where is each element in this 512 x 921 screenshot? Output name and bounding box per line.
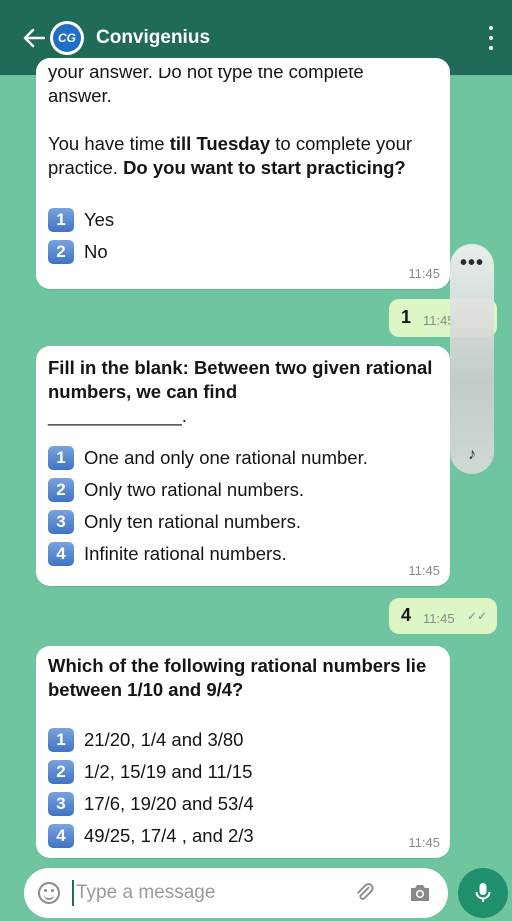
option-item: 1 21/20, 1/4 and 3/80	[48, 724, 438, 756]
option-text: Yes	[84, 209, 115, 230]
number-badge: 4	[48, 542, 74, 566]
option-text: Only two rational numbers.	[84, 479, 305, 500]
number-badge: 2	[48, 760, 74, 784]
more-icon[interactable]: •••	[450, 253, 494, 273]
question-text: Which of the following rational numbers …	[48, 655, 427, 700]
option-item: 2 No	[48, 236, 438, 268]
paperclip-icon[interactable]	[354, 882, 376, 904]
option-item: 2 1/2, 15/19 and 11/15	[48, 756, 438, 788]
question-text: Fill in the blank: Between two given rat…	[48, 357, 433, 402]
option-item: 1 One and only one rational number.	[48, 442, 438, 474]
emoji-icon[interactable]	[38, 882, 60, 904]
contact-avatar[interactable]: CG	[50, 20, 84, 55]
option-text: One and only one rational number.	[84, 447, 368, 468]
dot-icon	[489, 36, 493, 40]
message-input[interactable]	[76, 882, 336, 904]
dot-icon	[489, 26, 493, 30]
option-item: 4 49/25, 17/4 , and 2/3	[48, 820, 438, 852]
message-time: 11:45	[408, 563, 440, 578]
outgoing-message[interactable]: 4 11:45 ✓✓	[389, 598, 497, 634]
microphone-button[interactable]	[458, 868, 508, 918]
number-badge: 2	[48, 240, 74, 264]
blank-line: _____________.	[48, 405, 187, 426]
message-text: 4	[401, 605, 412, 625]
number-badge: 1	[48, 446, 74, 470]
music-note-icon[interactable]: ♪	[462, 446, 482, 466]
option-text: 1/2, 15/19 and 11/15	[84, 761, 253, 782]
option-item: 2 Only two rational numbers.	[48, 474, 438, 506]
message-input-bar	[24, 868, 448, 918]
number-badge: 1	[48, 728, 74, 752]
floating-panel[interactable]: ••• ♪	[450, 244, 494, 474]
option-item: 3 17/6, 19/20 and 53/4	[48, 788, 438, 820]
number-badge: 4	[48, 824, 74, 848]
message-time: 11:45	[408, 835, 440, 850]
more-options-button[interactable]	[486, 26, 496, 50]
contact-name[interactable]: Convigenius	[96, 27, 210, 49]
camera-icon[interactable]	[408, 882, 432, 904]
bold-text: Do you want to start practicing?	[123, 157, 406, 178]
option-item: 3 Only ten rational numbers.	[48, 506, 438, 538]
number-badge: 3	[48, 792, 74, 816]
logo-text: CG	[53, 23, 81, 52]
option-text: Infinite rational numbers.	[84, 543, 287, 564]
microphone-icon	[475, 883, 491, 902]
cropped-text: your answer. Do not type the complete	[48, 68, 364, 82]
number-badge: 3	[48, 510, 74, 534]
incoming-message[interactable]: your answer. Do not type the complete an…	[36, 58, 450, 289]
option-item: 4 Infinite rational numbers.	[48, 538, 438, 570]
option-text: Only ten rational numbers.	[84, 511, 301, 532]
option-text: No	[84, 241, 108, 262]
dot-icon	[489, 46, 493, 50]
bold-text: till Tuesday	[169, 133, 271, 154]
option-text: 21/20, 1/4 and 3/80	[84, 729, 244, 750]
message-text: 1	[401, 307, 412, 327]
message-time: 11:45	[423, 611, 455, 626]
option-item: 1 Yes	[48, 204, 438, 236]
number-badge: 2	[48, 478, 74, 502]
message-paragraph: You have time till Tuesday to complete y…	[48, 132, 438, 180]
incoming-message[interactable]: Fill in the blank: Between two given rat…	[36, 346, 450, 586]
text-cursor	[72, 880, 74, 906]
option-text: 17/6, 19/20 and 53/4	[84, 793, 254, 814]
number-badge: 1	[48, 208, 74, 232]
option-text: 49/25, 17/4 , and 2/3	[84, 825, 254, 846]
arrow-left-icon	[23, 28, 45, 47]
read-receipt-icon: ✓✓	[467, 609, 488, 623]
text-span: You have time	[48, 133, 170, 154]
chat-app: CG Convigenius your answer. Do not type …	[0, 0, 512, 921]
message-line: answer.	[48, 85, 112, 106]
incoming-message[interactable]: Which of the following rational numbers …	[36, 646, 450, 858]
cropped-text-line: your answer. Do not type the complete	[48, 68, 438, 84]
message-time: 11:45	[408, 266, 440, 281]
